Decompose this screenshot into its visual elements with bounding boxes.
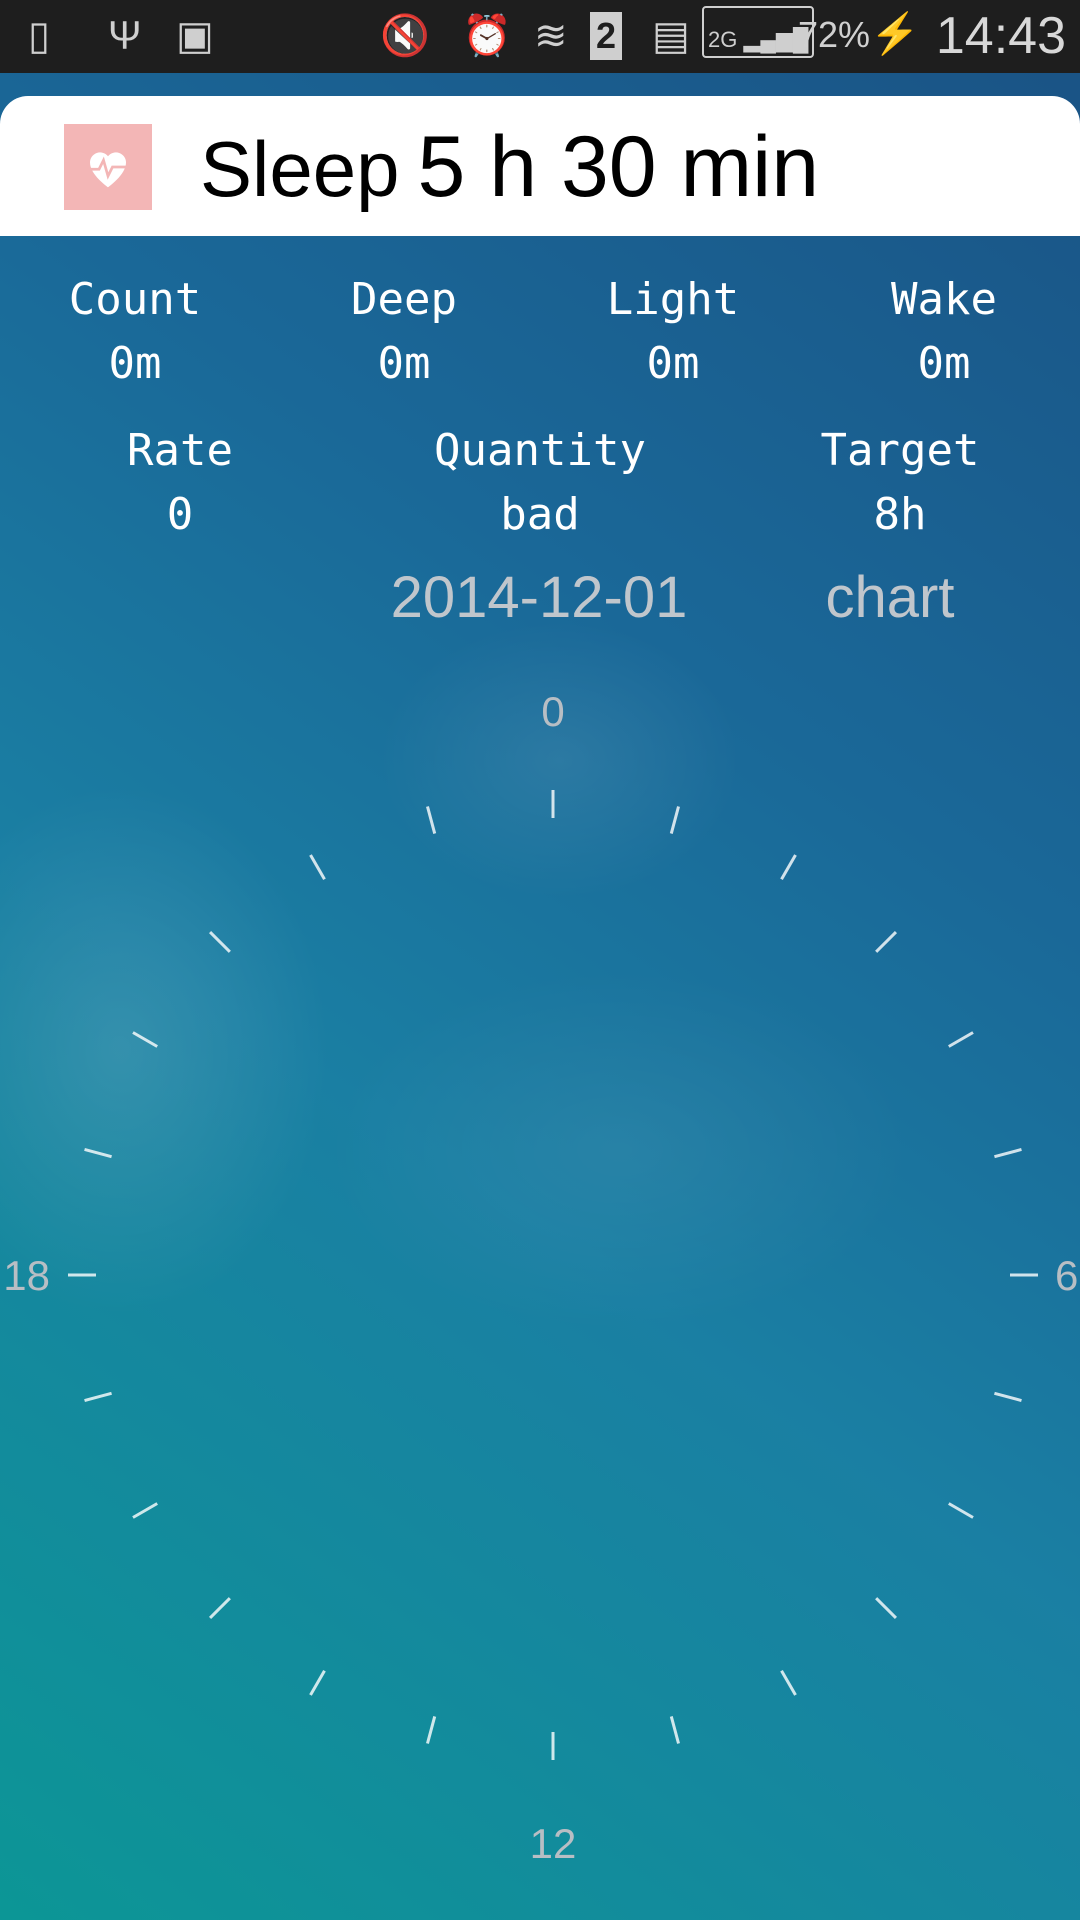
sleep-clock-dial: 0 6 12 18 (3, 688, 1078, 1867)
clock-label-12: 12 (530, 1820, 577, 1867)
clock-tick (780, 1670, 797, 1696)
clock-tick (132, 1502, 158, 1519)
clock-tick (208, 930, 231, 953)
clock-tick (994, 1148, 1022, 1159)
clock-tick (780, 854, 797, 880)
clock-tick (309, 854, 326, 880)
clock-tick (994, 1391, 1022, 1402)
clock-tick (84, 1391, 112, 1402)
clock-tick (875, 930, 898, 953)
clock-tick (426, 806, 437, 834)
clock-tick (669, 1716, 680, 1744)
clock-tick (84, 1148, 112, 1159)
clock-tick (309, 1670, 326, 1696)
clock-tick (132, 1031, 158, 1048)
clock-tick (669, 806, 680, 834)
clock-tick (208, 1597, 231, 1620)
clock-tick (948, 1502, 974, 1519)
clock-label-6: 6 (1055, 1252, 1078, 1299)
clock-label-0: 0 (541, 688, 564, 735)
clock-tick (948, 1031, 974, 1048)
clock-tick (875, 1597, 898, 1620)
clock-label-18: 18 (3, 1252, 50, 1299)
clock-tick (426, 1716, 437, 1744)
